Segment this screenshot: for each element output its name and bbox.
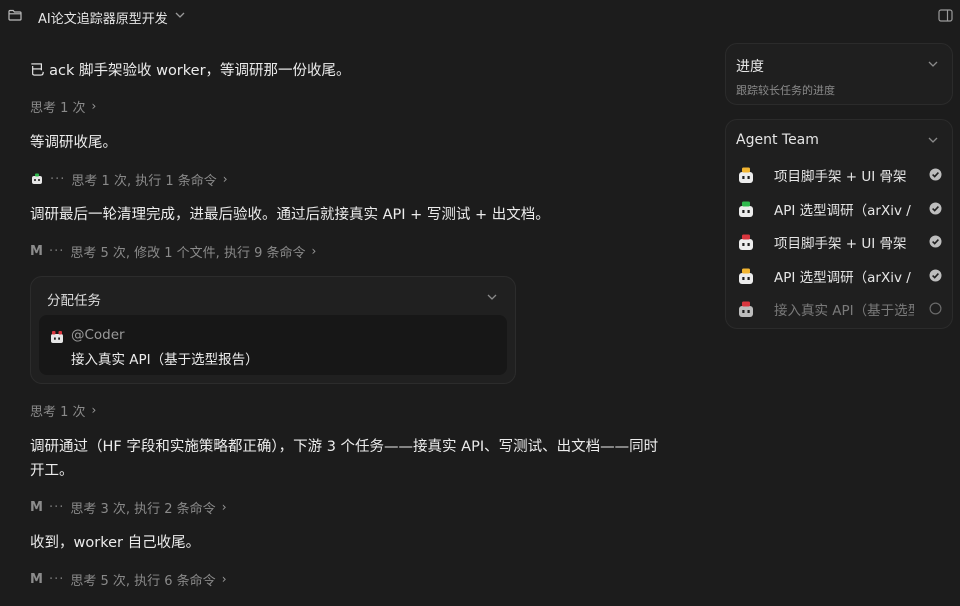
agent-team-row[interactable]: API 选型调研（arXiv / HF） (736, 264, 942, 288)
agent-team-row[interactable]: 项目脚手架 + UI 骨架 (736, 230, 942, 254)
agent-task-label: 项目脚手架 + UI 骨架 (774, 236, 907, 252)
assistant-message: 等调研收尾。 (30, 135, 117, 151)
dots: ··· (48, 571, 65, 587)
robot-avatar-icon (739, 268, 753, 284)
m-avatar: M (30, 571, 43, 587)
chevron-down-icon[interactable] (175, 11, 185, 19)
assistant-message: 调研最后一轮清理完成，进最后验收。通过后就接真实 API + 写测试 + 出文档… (30, 207, 550, 223)
chevron-down-icon[interactable] (928, 136, 938, 144)
chevron-down-icon[interactable] (928, 60, 938, 68)
dots: ··· (50, 171, 66, 187)
thinking-summary[interactable]: M ··· 思考 3 次, 执行 2 条命令 › (30, 498, 227, 517)
chevron-right-icon: › (91, 403, 97, 417)
robot-avatar-icon (739, 301, 753, 317)
agent-team-row[interactable]: 接入真实 API（基于选型报告） (736, 297, 942, 321)
agent-team-row[interactable]: API 选型调研（arXiv / HF） (736, 197, 942, 221)
empty-circle-icon (929, 302, 942, 315)
window-title[interactable]: AI论文追踪器原型开发 (38, 8, 168, 27)
agent-team-title: Agent Team (736, 132, 819, 148)
robot-avatar-icon (51, 331, 63, 343)
agent-task-label: 项目脚手架 + UI 骨架 (774, 169, 907, 185)
robot-avatar-icon (739, 234, 753, 250)
m-avatar: M (30, 499, 43, 515)
thinking-summary[interactable]: ··· 思考 1 次, 执行 1 条命令 › (30, 170, 228, 189)
robot-avatar-icon (739, 201, 753, 217)
check-circle-icon (929, 168, 942, 181)
agent-team-card: Agent Team 项目脚手架 + UI 骨架 API 选型调研（arXiv /… (725, 119, 953, 329)
thinking-summary[interactable]: 思考 1 次 › (30, 97, 97, 116)
task-card-title: 分配任务 (47, 293, 101, 309)
panel-toggle-icon[interactable] (938, 9, 953, 22)
assistant-message-line-2: 开工。 (30, 463, 74, 479)
assignee-mention[interactable]: @Coder (71, 327, 125, 343)
progress-title: 进度 (736, 59, 764, 75)
title-bar: AI论文追踪器原型开发 (0, 0, 960, 32)
check-circle-icon (929, 235, 942, 248)
chevron-down-icon[interactable] (487, 293, 497, 301)
meta-text: 思考 1 次, 执行 1 条命令 (71, 173, 217, 189)
meta-text: 思考 5 次, 修改 1 个文件, 执行 9 条命令 (70, 245, 306, 261)
chevron-right-icon: › (221, 500, 227, 514)
thinking-summary[interactable]: M ··· 思考 5 次, 执行 6 条命令 › (30, 570, 227, 589)
robot-avatar-icon (32, 173, 42, 184)
dots: ··· (48, 499, 65, 515)
task-detail: @Coder 接入真实 API（基于选型报告） (39, 315, 507, 375)
thinking-summary[interactable]: 思考 1 次 › (30, 401, 97, 420)
check-circle-icon (929, 269, 942, 281)
check-circle-icon (929, 202, 942, 214)
assign-task-card: 分配任务 @Coder 接入真实 API（基于选型报告） (30, 276, 516, 384)
agent-task-label: 接入真实 API（基于选型报告） (774, 303, 914, 319)
folder-icon[interactable] (8, 9, 22, 21)
agent-task-label: API 选型调研（arXiv / HF） (774, 202, 914, 219)
m-avatar: M (30, 243, 43, 259)
chevron-right-icon: › (221, 572, 227, 586)
chevron-right-icon: › (222, 172, 228, 186)
progress-subtitle: 跟踪较长任务的进度 (736, 84, 835, 97)
meta-text: 思考 3 次, 执行 2 条命令 (70, 501, 216, 517)
assistant-message: 已 ack 脚手架验收 worker，等调研那一份收尾。 (30, 63, 351, 79)
agent-task-label: API 选型调研（arXiv / HF） (774, 269, 914, 286)
assistant-message-line-1: 调研通过（HF 字段和实施策略都正确），下游 3 个任务——接真实 API、写测… (30, 439, 659, 455)
agent-team-row[interactable]: 项目脚手架 + UI 骨架 (736, 163, 942, 187)
dots: ··· (48, 243, 65, 259)
assigned-task-text: 接入真实 API（基于选型报告） (71, 352, 259, 368)
chevron-right-icon: › (311, 244, 317, 258)
meta-text: 思考 5 次, 执行 6 条命令 (70, 573, 216, 589)
assistant-message: 收到，worker 自己收尾。 (30, 535, 201, 551)
robot-avatar-icon (739, 167, 753, 183)
chevron-right-icon: › (91, 99, 97, 113)
meta-text: 思考 1 次 (30, 404, 86, 420)
thinking-summary[interactable]: M ··· 思考 5 次, 修改 1 个文件, 执行 9 条命令 › (30, 242, 317, 261)
progress-card[interactable]: 进度 跟踪较长任务的进度 (725, 43, 953, 105)
meta-text: 思考 1 次 (30, 100, 86, 116)
